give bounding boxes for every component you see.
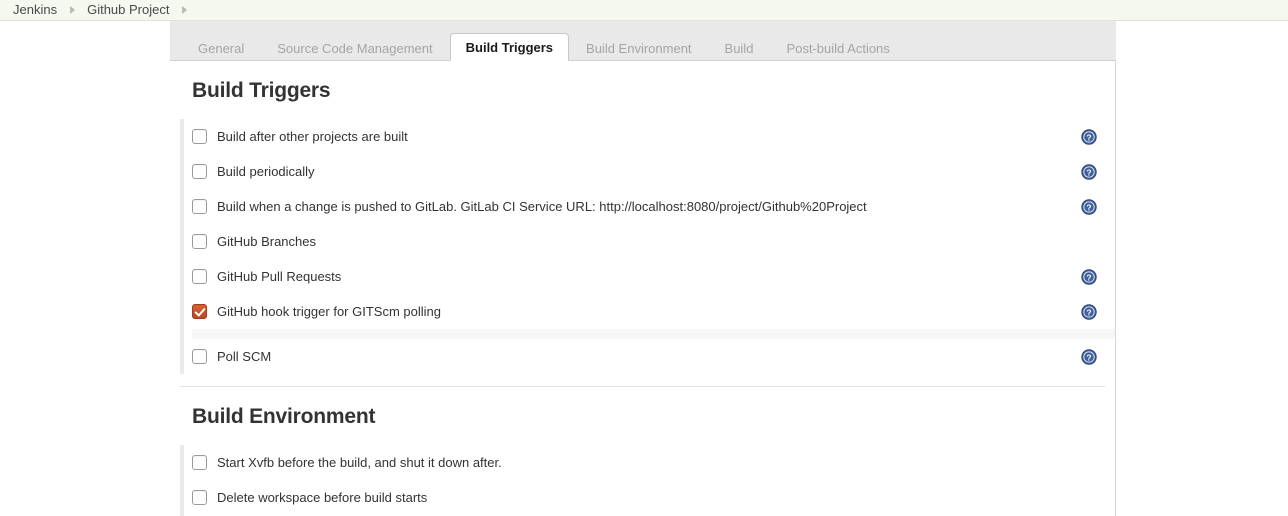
left-gutter <box>0 21 170 516</box>
row-checkbox[interactable] <box>192 490 207 505</box>
config-form: General Source Code Management Build Trigg… <box>170 21 1116 516</box>
row-label[interactable]: Build periodically <box>217 164 315 179</box>
tab-post-build-actions[interactable]: Post-build Actions <box>770 34 905 61</box>
svg-text:?: ? <box>1086 352 1091 362</box>
config-panel: Build Triggers Build after other project… <box>170 61 1116 516</box>
row-label[interactable]: Build when a change is pushed to GitLab.… <box>217 199 867 214</box>
section-title: Build Triggers <box>192 79 331 102</box>
help-icon[interactable]: ? <box>1081 163 1097 180</box>
tab-build[interactable]: Build <box>709 34 770 61</box>
row-label[interactable]: GitHub hook trigger for GITScm polling <box>217 304 441 319</box>
svg-text:?: ? <box>1086 202 1091 212</box>
row-label[interactable]: Poll SCM <box>217 349 271 364</box>
row-checkbox[interactable] <box>192 234 207 249</box>
row-checkbox[interactable] <box>192 129 207 144</box>
row-divider-band <box>192 329 1115 339</box>
breadcrumb-item-jenkins[interactable]: Jenkins <box>13 0 57 20</box>
breadcrumb-item-github-project[interactable]: Github Project <box>87 0 169 20</box>
trigger-row-start-xvfb-before-the-build-and-shut-it-do[interactable]: Start Xvfb before the build, and shut it… <box>192 445 1115 480</box>
svg-text:?: ? <box>1086 307 1091 317</box>
chevron-right-icon <box>57 6 87 14</box>
help-icon[interactable]: ? <box>1081 348 1097 365</box>
tab-build-environment[interactable]: Build Environment <box>570 34 708 61</box>
trigger-row-build-after-other-projects-are-built[interactable]: Build after other projects are built ? <box>192 119 1115 154</box>
section-build-environment: Build Environment Start Xvfb before the … <box>170 387 1115 516</box>
tab-general[interactable]: General <box>182 34 260 61</box>
trigger-row-delete-workspace-before-build-starts[interactable]: Delete workspace before build starts <box>192 480 1115 515</box>
help-icon[interactable]: ? <box>1081 128 1097 145</box>
chevron-right-icon-2 <box>169 6 199 14</box>
row-label[interactable]: Start Xvfb before the build, and shut it… <box>217 455 502 470</box>
row-label[interactable]: Build after other projects are built <box>217 129 408 144</box>
trigger-row-poll-scm[interactable]: Poll SCM ? <box>192 339 1115 374</box>
help-icon[interactable]: ? <box>1081 198 1097 215</box>
help-icon[interactable]: ? <box>1081 303 1097 320</box>
svg-text:?: ? <box>1086 167 1091 177</box>
row-label[interactable]: GitHub Pull Requests <box>217 269 341 284</box>
trigger-row-github-hook-trigger-for-gitscm-polling[interactable]: GitHub hook trigger for GITScm polling ? <box>192 294 1115 329</box>
section-rows: Start Xvfb before the build, and shut it… <box>170 445 1115 516</box>
trigger-row-github-branches[interactable]: GitHub Branches <box>192 224 1115 259</box>
row-checkbox[interactable] <box>192 349 207 364</box>
page-body: General Source Code Management Build Trigg… <box>0 21 1288 516</box>
row-checkbox[interactable] <box>192 455 207 470</box>
trigger-row-build-periodically[interactable]: Build periodically ? <box>192 154 1115 189</box>
row-checkbox-checked[interactable] <box>192 304 207 319</box>
config-tab-bar: General Source Code Management Build Trigg… <box>170 21 1116 61</box>
section-rows: Build after other projects are built ? B… <box>170 119 1115 374</box>
trigger-row-github-pull-requests[interactable]: GitHub Pull Requests ? <box>192 259 1115 294</box>
row-checkbox[interactable] <box>192 269 207 284</box>
breadcrumb: Jenkins Github Project <box>0 0 1288 21</box>
help-icon[interactable]: ? <box>1081 268 1097 285</box>
tab-build-triggers[interactable]: Build Triggers <box>449 33 570 61</box>
row-label[interactable]: Delete workspace before build starts <box>217 490 427 505</box>
section-build-triggers: Build Triggers Build after other project… <box>170 61 1115 374</box>
svg-text:?: ? <box>1086 132 1091 142</box>
section-title: Build Environment <box>192 405 376 428</box>
svg-text:?: ? <box>1086 272 1091 282</box>
row-checkbox[interactable] <box>192 199 207 214</box>
trigger-row-build-when-a-change-is-pushed-to-gitlab-gi[interactable]: Build when a change is pushed to GitLab.… <box>192 189 1115 224</box>
row-label[interactable]: GitHub Branches <box>217 234 316 249</box>
row-checkbox[interactable] <box>192 164 207 179</box>
tab-source-code-management[interactable]: Source Code Management <box>261 34 448 61</box>
